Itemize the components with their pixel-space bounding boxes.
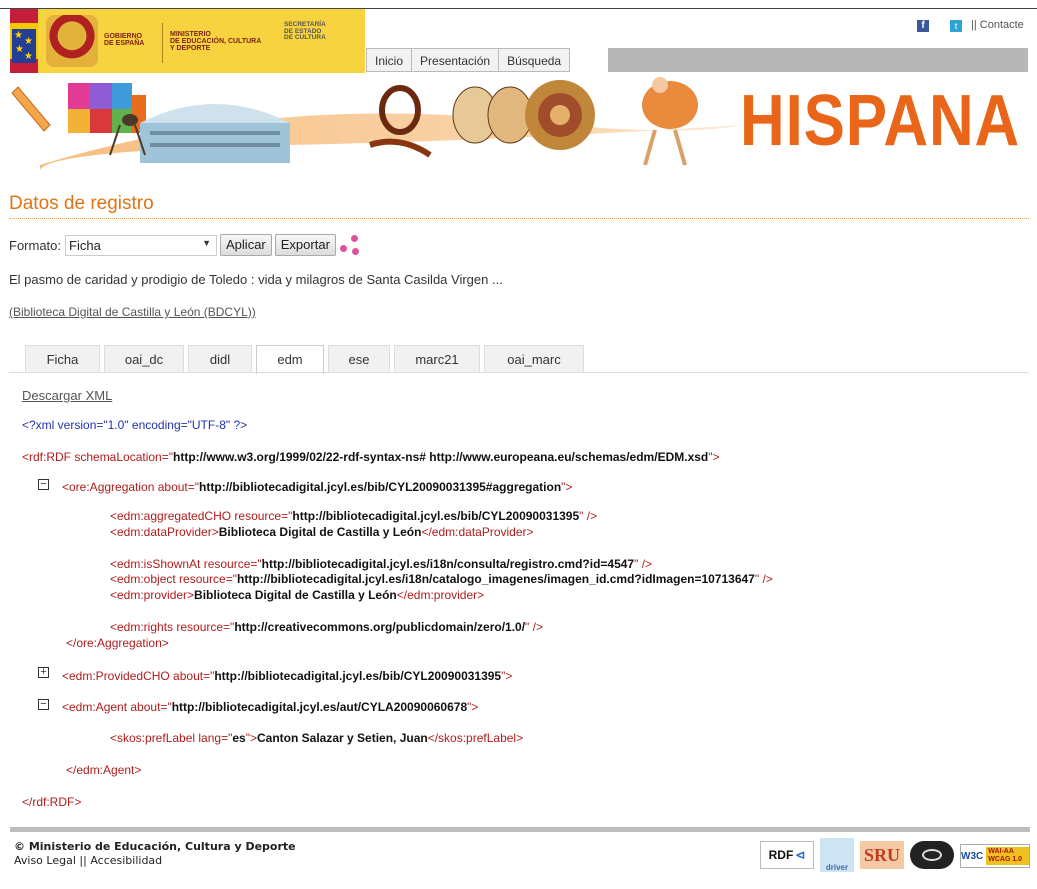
format-label: Formato: xyxy=(9,237,62,253)
tab-didl[interactable]: didl xyxy=(188,345,252,373)
page-title: Datos de registro xyxy=(9,193,154,214)
xml-aggregated-cho: <edm:aggregatedCHO resource="http://bibl… xyxy=(110,509,598,523)
format-tabs: Ficha oai_dc didl edm ese marc21 oai_mar… xyxy=(25,345,588,374)
xml-agent-open: <edm:Agent about="http://bibliotecadigit… xyxy=(62,700,479,714)
format-select[interactable]: Ficha ▼ xyxy=(65,234,218,256)
main-nav: Inicio Presentación Búsqueda xyxy=(366,48,571,72)
xml-rdf-open: <rdf:RDF schemaLocation="http://www.w3.o… xyxy=(22,450,720,464)
xml-agent-close: </edm:Agent> xyxy=(66,763,142,777)
download-xml-link[interactable]: Descargar XML xyxy=(22,388,112,403)
nav-inicio[interactable]: Inicio xyxy=(366,48,412,72)
legal-link[interactable]: Aviso Legal xyxy=(14,854,76,867)
share-icon[interactable] xyxy=(339,235,360,255)
chevron-down-icon: ▼ xyxy=(202,237,212,248)
xml-pref-label: <skos:prefLabel lang="es">Canton Salazar… xyxy=(110,731,524,745)
collapse-agent-toggle[interactable]: − xyxy=(38,699,49,710)
contact-link[interactable]: || Contacte xyxy=(971,19,1024,31)
nav-busqueda[interactable]: Búsqueda xyxy=(498,48,571,72)
title-rule xyxy=(9,218,1029,219)
xml-rights: <edm:rights resource="http://creativecom… xyxy=(110,620,543,634)
footer-bar xyxy=(10,827,1030,832)
collapse-aggregation-toggle[interactable]: − xyxy=(38,479,49,490)
tab-oai-dc[interactable]: oai_dc xyxy=(104,345,184,373)
tab-oai-marc[interactable]: oai_marc xyxy=(484,345,584,373)
tab-edm[interactable]: edm xyxy=(256,345,324,374)
wcag-badge[interactable]: W3C WAI-AA WCAG 1.0 xyxy=(960,844,1030,868)
tab-marc21[interactable]: marc21 xyxy=(394,345,480,373)
format-toolbar: Formato: Ficha ▼ Aplicar Exportar xyxy=(9,233,360,257)
twitter-icon[interactable]: t xyxy=(950,20,962,32)
driver-badge[interactable]: driver xyxy=(820,838,854,872)
secretaria-label: SECRETARÍA DE ESTADO DE CULTURA xyxy=(284,21,326,41)
rdf-badge[interactable]: RDF ⊲ xyxy=(760,841,814,869)
coat-of-arms-icon xyxy=(46,15,98,67)
xml-aggregation-close: </ore:Aggregation> xyxy=(66,636,169,650)
tab-underline xyxy=(9,372,1029,373)
source-link[interactable]: (Biblioteca Digital de Castilla y León (… xyxy=(9,305,256,319)
record-title: El pasmo de caridad y prodigio de Toledo… xyxy=(9,272,503,287)
eu-flag-icon: ★ ★ ★ ★ xyxy=(12,29,36,63)
xml-declaration: <?xml version="1.0" encoding="UTF-8" ?> xyxy=(22,418,248,432)
export-button[interactable]: Exportar xyxy=(274,234,336,256)
xml-is-shown-at: <edm:isShownAt resource="http://bibliote… xyxy=(110,557,653,571)
nav-bar-background xyxy=(608,48,1028,72)
tab-ese[interactable]: ese xyxy=(328,345,390,373)
xml-provider: <edm:provider>Biblioteca Digital de Cast… xyxy=(110,588,485,602)
footer-copyright: © Ministerio de Educación, Cultura y Dep… xyxy=(14,840,296,853)
xml-provided-cho: <edm:ProvidedCHO about="http://bibliotec… xyxy=(62,669,513,683)
footer-text: © Ministerio de Educación, Cultura y Dep… xyxy=(14,840,296,868)
hispana-wordmark: HISPANA xyxy=(740,81,1021,161)
ministry-label: MINISTERIO DE EDUCACIÓN, CULTURA Y DEPORTE xyxy=(170,31,262,52)
facebook-icon[interactable]: f xyxy=(917,20,929,32)
xml-object: <edm:object resource="http://bibliotecad… xyxy=(110,572,773,586)
eye-icon[interactable] xyxy=(910,841,954,869)
apply-button[interactable]: Aplicar xyxy=(220,234,272,256)
expand-provided-cho-toggle[interactable]: + xyxy=(38,667,49,678)
sru-badge[interactable]: SRU xyxy=(860,841,904,869)
gov-label: GOBIERNO DE ESPAÑA xyxy=(104,33,145,47)
rdf-graph-icon: ⊲ xyxy=(795,848,806,862)
footer-separator: || xyxy=(79,854,87,867)
xml-aggregation-open: <ore:Aggregation about="http://bibliotec… xyxy=(62,480,573,494)
xml-data-provider: <edm:dataProvider>Biblioteca Digital de … xyxy=(110,525,534,539)
logo-divider xyxy=(162,23,163,63)
xml-rdf-close: </rdf:RDF> xyxy=(22,795,82,809)
format-select-value: Ficha xyxy=(69,237,101,253)
accessibility-link[interactable]: Accesibilidad xyxy=(90,854,162,867)
aztec-calendar-image xyxy=(525,80,595,150)
tab-ficha[interactable]: Ficha xyxy=(25,345,100,373)
dancer-image xyxy=(642,77,698,166)
pencil-icon xyxy=(11,86,51,132)
building-image xyxy=(140,104,290,163)
nav-presentacion[interactable]: Presentación xyxy=(411,48,499,72)
